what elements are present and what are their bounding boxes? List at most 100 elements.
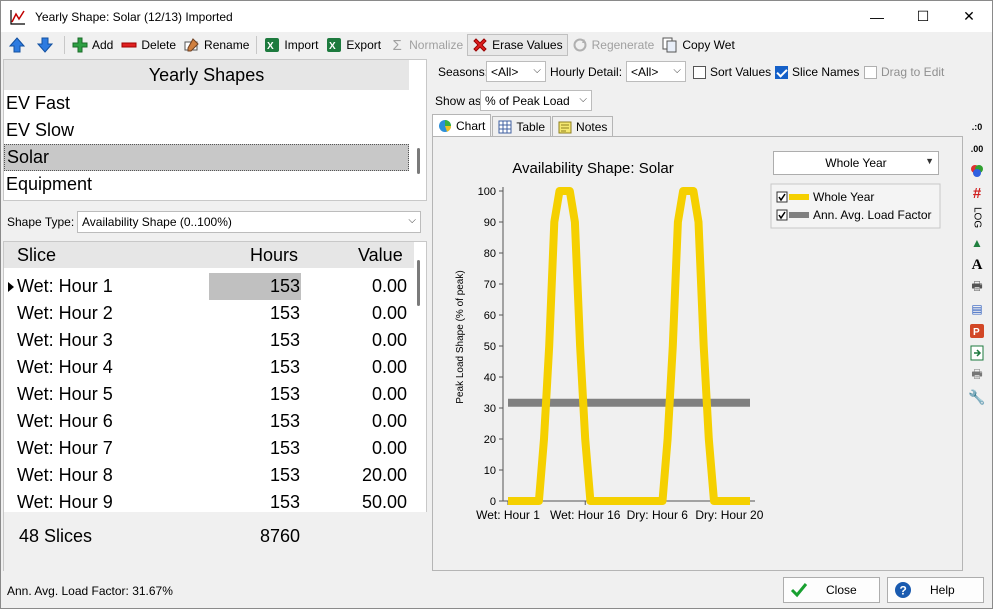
close-button[interactable]: Close	[783, 577, 880, 603]
powerpoint-button[interactable]: P	[967, 321, 987, 341]
normalize-button[interactable]: Σ Normalize	[385, 34, 467, 56]
minimize-button[interactable]: —	[854, 1, 900, 32]
chart-title: Availability Shape: Solar	[512, 160, 673, 177]
slice-cell: Wet: Hour 4	[17, 357, 113, 377]
hours-cell[interactable]: 153	[209, 273, 301, 300]
table-row[interactable]: Wet: Hour 8 153 20.00	[4, 462, 414, 489]
table-row[interactable]: Wet: Hour 2 153 0.00	[4, 300, 414, 327]
value-cell[interactable]: 0.00	[301, 384, 407, 405]
export-label: Export	[346, 38, 382, 52]
legend-checkbox-load-factor[interactable]	[776, 209, 788, 221]
svg-text:X: X	[267, 41, 274, 52]
gridlines-button[interactable]: #	[967, 183, 987, 203]
table-row[interactable]: Wet: Hour 7 153 0.00	[4, 435, 414, 462]
shape-item-ev-slow[interactable]: EV Slow	[4, 117, 409, 144]
hours-cell[interactable]: 153	[209, 408, 301, 435]
table-row[interactable]: Wet: Hour 3 153 0.00	[4, 327, 414, 354]
close-window-button[interactable]: ✕	[946, 1, 992, 32]
print-button[interactable]: 🖶	[967, 277, 987, 297]
value-cell[interactable]: 0.00	[301, 330, 407, 351]
yearly-shapes-list[interactable]: Yearly Shapes EV Fast EV Slow Solar Equi…	[3, 59, 427, 201]
value-cell[interactable]: 50.00	[301, 492, 407, 513]
value-cell[interactable]: 0.00	[301, 303, 407, 324]
left-panel: Yearly Shapes EV Fast EV Slow Solar Equi…	[3, 59, 428, 572]
shape-item-equipment[interactable]: Equipment	[4, 171, 409, 198]
tab-chart[interactable]: Chart	[432, 114, 492, 136]
slice-grid[interactable]: Slice Hours Value Wet: Hour 1 153 0.00 W…	[3, 241, 428, 572]
y-tick-label: 60	[484, 310, 496, 322]
maximize-button[interactable]: ☐	[900, 1, 946, 32]
shape-type-select[interactable]: Availability Shape (0..100%) ⌵	[77, 211, 421, 233]
log-scale-button[interactable]: LOG	[967, 205, 987, 231]
tab-table[interactable]: Table	[492, 116, 552, 136]
hours-cell[interactable]: 153	[209, 327, 301, 354]
baseline-button[interactable]: ▲	[967, 233, 987, 253]
table-row[interactable]: Wet: Hour 4 153 0.00	[4, 354, 414, 381]
sort-values-checkbox[interactable]: Sort Values	[693, 60, 771, 84]
import-button[interactable]: X Import	[260, 34, 322, 56]
value-column-header[interactable]: Value	[358, 245, 403, 266]
data-labels-button[interactable]: .:0	[967, 117, 987, 137]
table-row[interactable]: Wet: Hour 1 153 0.00	[4, 273, 414, 300]
export-button[interactable]: X Export	[322, 34, 385, 56]
notes-icon	[558, 121, 572, 133]
shape-item-solar[interactable]: Solar	[4, 144, 409, 171]
help-button[interactable]: ? Help	[887, 577, 984, 603]
chart-legend: Whole Year Ann. Avg. Load Factor	[770, 183, 941, 229]
hourly-detail-select[interactable]: <All> ⌵	[626, 61, 686, 82]
grid-scrollbar[interactable]	[417, 260, 420, 306]
shapes-scrollbar[interactable]	[417, 148, 420, 174]
copy-chart-button[interactable]: ▤	[967, 299, 987, 319]
move-up-button[interactable]	[5, 34, 33, 56]
settings-button[interactable]: 🔧	[967, 387, 987, 407]
x-tick-label: Wet: Hour 16	[550, 508, 621, 522]
slice-cell: Wet: Hour 8	[17, 465, 113, 485]
hours-cell[interactable]: 153	[209, 354, 301, 381]
rename-button[interactable]: Rename	[180, 34, 253, 56]
value-cell[interactable]: 0.00	[301, 438, 407, 459]
hours-cell[interactable]: 153	[209, 462, 301, 489]
shape-item-ev-fast[interactable]: EV Fast	[4, 90, 409, 117]
export-chart-button[interactable]	[967, 343, 987, 363]
slice-column-header[interactable]: Slice	[17, 245, 56, 266]
move-down-button[interactable]	[33, 34, 61, 56]
hours-column-header[interactable]: Hours	[250, 245, 298, 266]
value-cell[interactable]: 0.00	[301, 411, 407, 432]
add-button[interactable]: Add	[68, 34, 117, 56]
show-as-value: % of Peak Load	[485, 93, 570, 108]
copy-wet-button[interactable]: Copy Wet	[658, 34, 738, 56]
regenerate-button[interactable]: Regenerate	[568, 34, 659, 56]
seasons-select[interactable]: <All> ⌵	[486, 61, 546, 82]
table-row[interactable]: Wet: Hour 6 153 0.00	[4, 408, 414, 435]
hours-cell[interactable]: 153	[209, 300, 301, 327]
tab-notes[interactable]: Notes	[552, 116, 614, 136]
font-button[interactable]: A	[967, 255, 987, 275]
show-as-select[interactable]: % of Peak Load ⌵	[480, 90, 592, 111]
slice-cell: Wet: Hour 3	[17, 330, 113, 350]
regenerate-label: Regenerate	[591, 38, 655, 52]
legend-checkbox-whole-year[interactable]	[776, 191, 788, 203]
availability-chart[interactable]: Availability Shape: Solar Peak Load Shap…	[433, 137, 962, 570]
erase-values-button[interactable]: Erase Values	[467, 34, 568, 56]
value-cell[interactable]: 0.00	[301, 357, 407, 378]
hourly-detail-label-wrap: Hourly Detail:	[550, 60, 622, 84]
delete-label: Delete	[141, 38, 177, 52]
value-cell[interactable]: 0.00	[301, 276, 407, 297]
hours-cell[interactable]: 153	[209, 435, 301, 462]
delete-button[interactable]: Delete	[117, 34, 180, 56]
hours-cell[interactable]: 153	[209, 381, 301, 408]
chart-frame: Availability Shape: Solar Peak Load Shap…	[432, 136, 963, 571]
toolbar-separator	[256, 36, 258, 54]
rename-icon	[184, 38, 199, 52]
value-cell[interactable]: 20.00	[301, 465, 407, 486]
period-select[interactable]: Whole Year ▼	[773, 151, 939, 175]
legend-label-load-factor: Ann. Avg. Load Factor	[813, 208, 932, 222]
print-preview-button[interactable]: 🖶	[967, 365, 987, 385]
maximize-icon: ☐	[916, 8, 930, 24]
decimal-button[interactable]: .00	[967, 139, 987, 159]
palette-button[interactable]	[967, 161, 987, 181]
table-row[interactable]: Wet: Hour 5 153 0.00	[4, 381, 414, 408]
drag-to-edit-checkbox[interactable]: Drag to Edit	[864, 60, 944, 84]
slice-names-checkbox[interactable]: Slice Names	[775, 60, 859, 84]
add-label: Add	[92, 38, 114, 52]
